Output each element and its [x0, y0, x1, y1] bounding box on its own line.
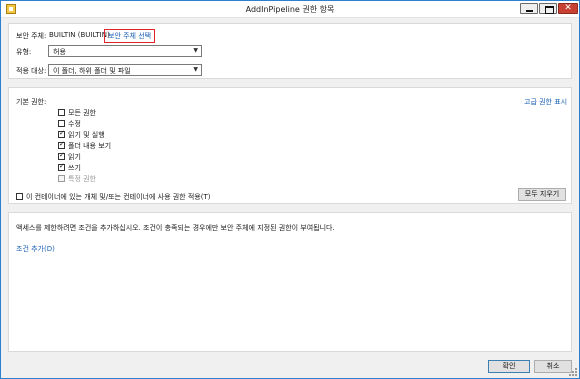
applies-to-select[interactable]: 이 폴더, 하위 폴더 및 파일 ▼ — [48, 64, 202, 76]
basic-permissions-panel: 기본 권한: 고급 권한 표시 모든 권한 수정 읽기 및 실행 폴더 내용 보… — [8, 87, 572, 204]
conditions-description: 액세스를 제한하려면 조건을 추가하십시오. 조건이 충족되는 경우에만 보안 … — [16, 224, 335, 232]
checkbox[interactable] — [58, 140, 65, 149]
permission-label: 수정 — [68, 120, 81, 128]
checkbox[interactable] — [58, 151, 65, 160]
applies-to-value: 이 폴더, 하위 폴더 및 파일 — [53, 67, 131, 75]
chevron-down-icon: ▼ — [193, 66, 198, 73]
apply-to-container-label: 이 컨테이너에 있는 개체 및/또는 컨테이너에 사용 권한 적용(T) — [26, 193, 211, 201]
permission-label: 폴더 내용 보기 — [68, 142, 112, 150]
ok-button[interactable]: 확인 — [488, 360, 530, 373]
checkbox[interactable] — [16, 193, 23, 200]
permission-label: 읽기 — [68, 153, 81, 161]
checkbox[interactable] — [58, 120, 65, 127]
checkbox — [58, 175, 65, 182]
checkbox[interactable] — [58, 109, 65, 116]
clear-all-button[interactable]: 모두 지우기 — [518, 188, 566, 201]
title-bar[interactable]: AddInPipeline 권한 항목 ✕ — [1, 1, 579, 18]
chevron-down-icon: ▼ — [193, 47, 198, 54]
principal-panel: 보안 주체: BUILTIN (BUILTIN) 보안 주체 선택 유형: 허용… — [8, 23, 572, 79]
principal-value: BUILTIN (BUILTIN) — [49, 31, 110, 39]
basic-permissions-label: 기본 권한: — [16, 98, 47, 106]
permission-label: 특정 권한 — [68, 175, 96, 183]
select-principal-link[interactable]: 보안 주체 선택 — [104, 29, 156, 43]
conditions-panel: 액세스를 제한하려면 조건을 추가하십시오. 조건이 충족되는 경우에만 보안 … — [8, 212, 572, 352]
add-condition-link[interactable]: 조건 추가(D) — [16, 244, 55, 254]
type-label: 유형: — [16, 48, 32, 56]
dialog-footer: 확인 취소 — [1, 356, 579, 378]
permission-label: 읽기 및 실행 — [68, 131, 105, 139]
close-icon: ✕ — [564, 3, 572, 13]
type-select[interactable]: 허용 ▼ — [48, 45, 202, 57]
maximize-button[interactable] — [539, 3, 557, 14]
permission-label: 쓰기 — [68, 164, 81, 172]
checkbox[interactable] — [58, 162, 65, 171]
window-title: AddInPipeline 권한 항목 — [245, 5, 335, 14]
cancel-button[interactable]: 취소 — [534, 360, 572, 373]
minimize-button[interactable] — [520, 3, 538, 14]
close-button[interactable]: ✕ — [558, 3, 578, 14]
principal-label: 보안 주체: — [16, 32, 47, 40]
checkbox[interactable] — [58, 129, 65, 138]
resize-grip-icon[interactable] — [569, 368, 577, 376]
type-value: 허용 — [53, 48, 66, 56]
permission-entry-window: AddInPipeline 권한 항목 ✕ 보안 주체: BUILTIN (BU… — [0, 0, 580, 379]
show-advanced-permissions-link[interactable]: 고급 권한 표시 — [524, 97, 567, 107]
applies-to-label: 적용 대상: — [16, 67, 47, 75]
permission-label: 모든 권한 — [68, 109, 96, 117]
